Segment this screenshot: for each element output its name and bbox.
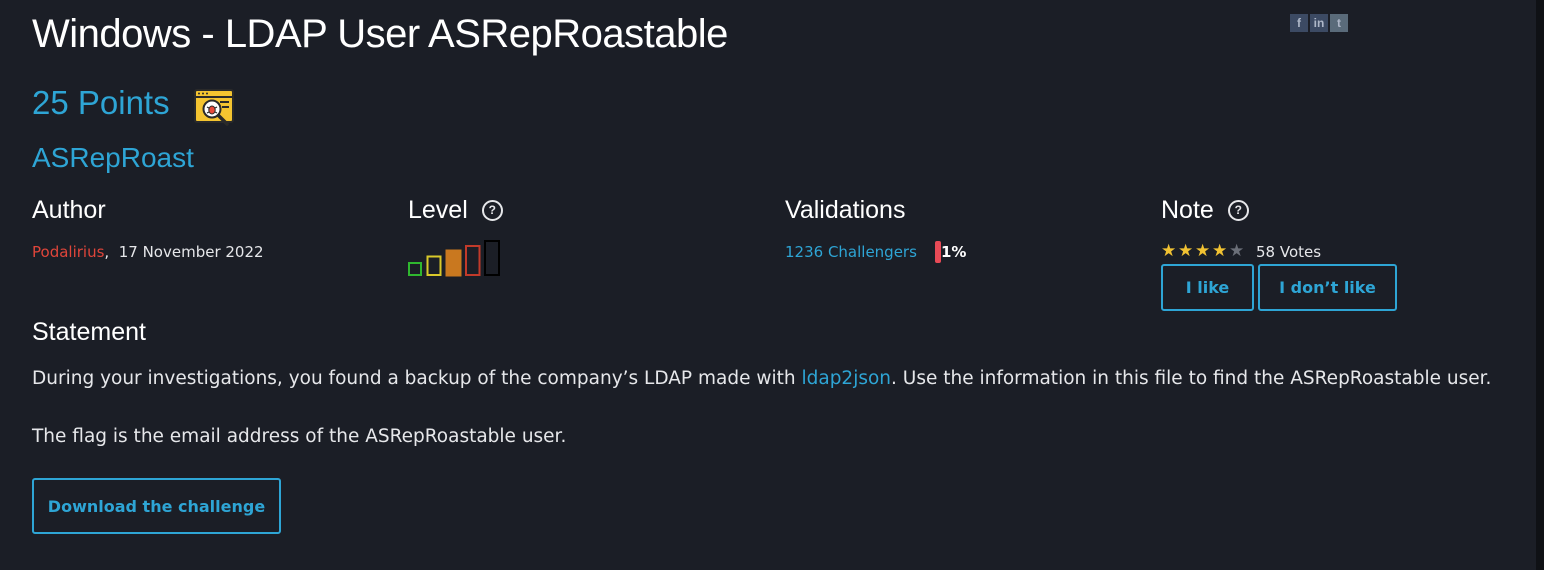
statement-heading: Statement [32,318,146,346]
validations-heading-label: Validations [785,196,906,224]
star-icon: ★ [1195,241,1211,261]
star-icon: ★ [1212,241,1228,261]
statement-text-after: . Use the information in this file to fi… [891,368,1492,389]
level-bar-5 [484,240,500,276]
validations-heading: Validations [785,196,905,225]
star-icon: ★ [1178,241,1194,261]
author-heading-label: Author [32,196,106,224]
dislike-button[interactable]: I don’t like [1258,264,1397,311]
note-heading-label: Note [1161,196,1214,224]
level-heading-label: Level [408,196,468,224]
rating-stars: ★ ★ ★ ★ ★ [1161,241,1246,261]
author-heading: Author [32,196,106,225]
author-separator: , [104,243,110,261]
validations-info: 1236 Challengers [785,243,917,261]
twitter-icon[interactable]: t [1330,14,1348,32]
like-button[interactable]: I like [1161,264,1254,311]
note-help-icon[interactable]: ? [1227,200,1249,221]
validation-percent: 1% [941,243,967,261]
challenge-points: 25 Points [32,84,170,121]
social-share: f in t [1290,14,1348,32]
star-icon: ★ [1161,241,1177,261]
level-bar-4 [465,245,481,276]
level-heading: Level ? [408,196,503,225]
facebook-icon[interactable]: f [1290,14,1308,32]
challenge-panel: Windows - LDAP User ASRepRoastable f in … [0,0,1536,570]
statement-text-before: During your investigations, you found a … [32,368,802,389]
level-bar-2 [426,255,442,276]
level-bar-1 [408,262,422,276]
author-name-link[interactable]: Podalirius [32,243,104,261]
challenge-category[interactable]: ASRepRoast [32,142,194,174]
statement-line-2: The flag is the email address of the ASR… [32,426,567,447]
bug-scan-icon [194,89,234,126]
author-info: Podalirius, 17 November 2022 [32,243,264,261]
note-heading: Note ? [1161,196,1249,225]
linkedin-icon[interactable]: in [1310,14,1328,32]
votes-count: 58 Votes [1256,243,1322,261]
challenge-title: Windows - LDAP User ASRepRoastable [32,12,728,56]
star-empty-icon: ★ [1229,241,1245,261]
statement-line-1: During your investigations, you found a … [32,368,1491,389]
author-date: 17 November 2022 [118,243,264,261]
level-help-icon[interactable]: ? [481,200,503,221]
level-difficulty-bars [408,240,500,277]
download-challenge-button[interactable]: Download the challenge [32,478,281,534]
ldap2json-link[interactable]: ldap2json [801,368,891,389]
level-bar-3 [445,249,462,277]
challengers-link[interactable]: 1236 Challengers [785,243,917,261]
